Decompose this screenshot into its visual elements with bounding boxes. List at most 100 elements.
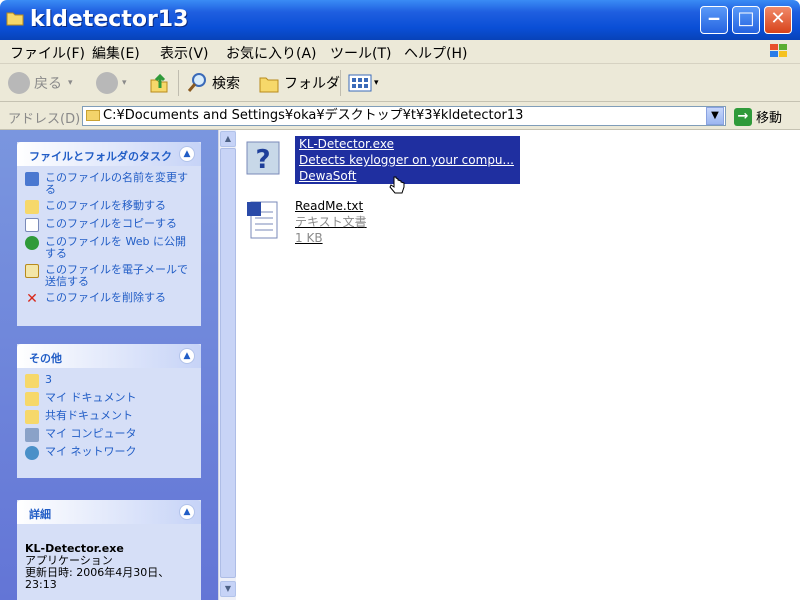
go-arrow-icon: → bbox=[734, 107, 752, 126]
menu-help[interactable]: ヘルプ(H) bbox=[404, 43, 467, 63]
back-label: 戻る bbox=[34, 76, 62, 92]
shared-folder-icon bbox=[25, 410, 39, 424]
place-folder-3[interactable]: 3 bbox=[25, 374, 193, 388]
scroll-down-button[interactable]: ▼ bbox=[220, 581, 236, 597]
task-move[interactable]: このファイルを移動する bbox=[25, 200, 193, 214]
place-my-computer[interactable]: マイ コンピュータ bbox=[25, 428, 193, 442]
vertical-scrollbar[interactable]: ▲ ▼ bbox=[218, 130, 236, 600]
delete-icon: ✕ bbox=[26, 291, 38, 307]
menu-file[interactable]: ファイル(F) bbox=[10, 43, 85, 63]
computer-icon bbox=[25, 428, 39, 442]
file-size: 1 KB bbox=[295, 231, 323, 245]
network-icon bbox=[25, 446, 39, 460]
title-bar[interactable]: kldetector13 ‒ □ ✕ bbox=[0, 0, 800, 40]
panel-title: ファイルとフォルダのタスク bbox=[29, 150, 172, 163]
close-icon: ✕ bbox=[770, 8, 786, 29]
place-my-network[interactable]: マイ ネットワーク bbox=[25, 446, 193, 460]
file-item-kl-detector[interactable]: ? KL-Detector.exe Detects keylogger on y… bbox=[243, 132, 543, 194]
my-documents-icon bbox=[25, 392, 39, 406]
back-button[interactable]: 戻る ▾ bbox=[8, 70, 73, 96]
up-folder-button[interactable] bbox=[148, 70, 170, 96]
svg-text:?: ? bbox=[255, 145, 270, 175]
go-button[interactable]: → 移動 bbox=[734, 107, 782, 126]
panel-header[interactable]: ファイルとフォルダのタスク ▲ bbox=[17, 142, 201, 166]
folders-button[interactable]: フォルダ bbox=[258, 70, 340, 96]
file-description: テキスト文書 bbox=[295, 215, 367, 229]
window-title: kldetector13 bbox=[30, 7, 189, 32]
address-label: アドレス(D) bbox=[8, 112, 81, 127]
email-icon bbox=[25, 264, 39, 278]
file-label-selected: KL-Detector.exe Detects keylogger on you… bbox=[295, 136, 520, 184]
up-folder-icon bbox=[150, 73, 168, 93]
address-value: C:¥Documents and Settings¥oka¥デスクトップ¥t¥3… bbox=[103, 108, 524, 123]
scroll-up-button[interactable]: ▲ bbox=[220, 131, 236, 147]
menu-view[interactable]: 表示(V) bbox=[160, 43, 209, 63]
file-item-readme[interactable]: ReadMe.txt テキスト文書 1 KB bbox=[243, 194, 543, 256]
back-arrow-icon bbox=[8, 72, 30, 94]
rename-icon bbox=[25, 172, 39, 186]
close-button[interactable]: ✕ bbox=[764, 6, 792, 34]
menu-bar: ファイル(F) 編集(E) 表示(V) お気に入り(A) ツール(T) ヘルプ(… bbox=[0, 40, 800, 64]
place-my-documents[interactable]: マイ ドキュメント bbox=[25, 392, 193, 406]
file-label: ReadMe.txt テキスト文書 1 KB bbox=[295, 198, 367, 246]
copy-icon bbox=[25, 218, 39, 232]
minimize-icon: ‒ bbox=[707, 8, 721, 29]
views-icon bbox=[348, 74, 372, 92]
search-icon bbox=[187, 73, 206, 92]
menu-favorites[interactable]: お気に入り(A) bbox=[226, 43, 317, 63]
scroll-thumb[interactable] bbox=[220, 148, 236, 578]
panel-header[interactable]: 詳細 ▲ bbox=[17, 500, 201, 524]
file-name: KL-Detector.exe bbox=[299, 137, 394, 151]
globe-icon bbox=[25, 236, 39, 250]
go-label: 移動 bbox=[756, 111, 783, 126]
task-email[interactable]: このファイルを電子メールで送信する bbox=[25, 264, 193, 288]
details-panel: 詳細 ▲ KL-Detector.exe アプリケーション 更新日時: 2006… bbox=[17, 500, 201, 600]
menu-edit[interactable]: 編集(E) bbox=[92, 43, 140, 63]
forward-button[interactable]: ▾ bbox=[96, 70, 127, 96]
collapse-icon[interactable]: ▲ bbox=[179, 146, 195, 162]
chevron-down-icon: ▾ bbox=[374, 78, 379, 88]
file-folder-tasks-panel: ファイルとフォルダのタスク ▲ このファイルの名前を変更する このファイルを移動… bbox=[17, 142, 201, 326]
minimize-button[interactable]: ‒ bbox=[700, 6, 728, 34]
task-copy[interactable]: このファイルをコピーする bbox=[25, 218, 193, 232]
move-icon bbox=[25, 200, 39, 214]
chevron-down-icon: ▾ bbox=[122, 78, 127, 88]
chevron-down-icon: ▾ bbox=[68, 78, 73, 88]
toolbar-separator bbox=[340, 70, 341, 96]
folder-icon bbox=[25, 374, 39, 388]
file-list[interactable]: ? KL-Detector.exe Detects keylogger on y… bbox=[237, 130, 800, 600]
folder-icon bbox=[86, 110, 100, 121]
panel-header[interactable]: その他 ▲ bbox=[17, 344, 201, 368]
hand-cursor-icon bbox=[389, 176, 405, 194]
folders-label: フォルダ bbox=[284, 76, 340, 92]
collapse-icon[interactable]: ▲ bbox=[179, 348, 195, 364]
other-places-panel: その他 ▲ 3 マイ ドキュメント 共有ドキュメント マイ コンピュータ マイ … bbox=[17, 344, 201, 478]
file-name: ReadMe.txt bbox=[295, 199, 364, 213]
detail-modified: 更新日時: 2006年4月30日、23:13 bbox=[25, 566, 170, 591]
panel-title: 詳細 bbox=[29, 508, 51, 521]
toolbar: 戻る ▾ ▾ 検索 フォルダ ▾ bbox=[0, 64, 800, 102]
chevron-up-icon: ▲ bbox=[224, 134, 232, 143]
toolbar-separator bbox=[178, 70, 179, 96]
unknown-app-icon: ? bbox=[246, 141, 280, 175]
panel-title: その他 bbox=[29, 352, 62, 365]
address-bar: アドレス(D) C:¥Documents and Settings¥oka¥デス… bbox=[0, 102, 800, 130]
windows-logo-icon bbox=[770, 44, 787, 57]
menu-tools[interactable]: ツール(T) bbox=[330, 43, 391, 63]
search-label: 検索 bbox=[212, 76, 240, 92]
address-dropdown-button[interactable]: ▼ bbox=[706, 107, 724, 125]
chevron-down-icon: ▼ bbox=[224, 584, 232, 593]
address-input[interactable]: C:¥Documents and Settings¥oka¥デスクトップ¥t¥3… bbox=[82, 106, 726, 126]
forward-arrow-icon bbox=[96, 72, 118, 94]
maximize-icon: □ bbox=[737, 8, 755, 29]
views-button[interactable]: ▾ bbox=[348, 70, 379, 96]
maximize-button[interactable]: □ bbox=[732, 6, 760, 34]
search-button[interactable]: 検索 bbox=[186, 70, 240, 96]
chevron-down-icon: ▼ bbox=[711, 110, 719, 121]
task-publish-web[interactable]: このファイルを Web に公開する bbox=[25, 236, 193, 260]
task-rename[interactable]: このファイルの名前を変更する bbox=[25, 172, 193, 196]
task-delete[interactable]: ✕ このファイルを削除する bbox=[25, 291, 193, 307]
collapse-icon[interactable]: ▲ bbox=[179, 504, 195, 520]
place-shared-documents[interactable]: 共有ドキュメント bbox=[25, 410, 193, 424]
file-company: DewaSoft bbox=[299, 169, 357, 183]
